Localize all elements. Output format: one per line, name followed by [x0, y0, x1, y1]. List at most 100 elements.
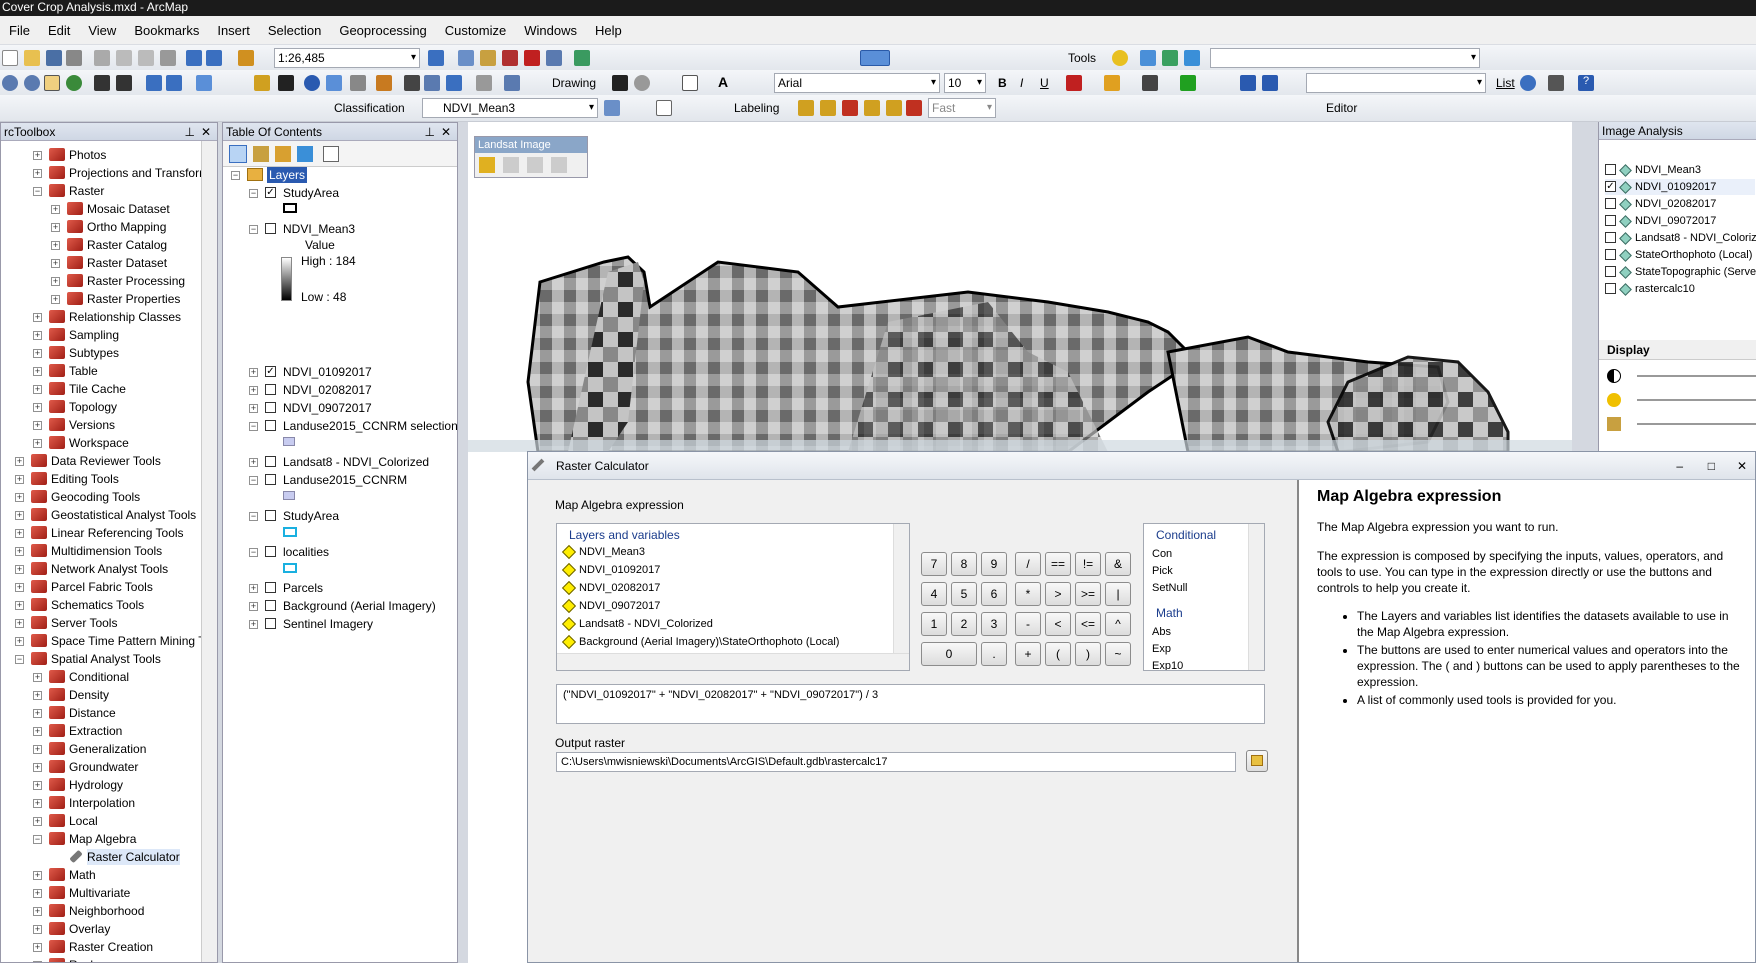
expand-toggle-icon[interactable]: + [15, 493, 24, 502]
tools-menu[interactable]: Tools [1068, 51, 1096, 65]
math-tool-item[interactable]: Abs [1152, 624, 1171, 640]
hyperlink-icon[interactable] [376, 75, 392, 91]
label-manager-icon[interactable] [798, 100, 814, 116]
find-icon[interactable] [404, 75, 420, 91]
calc-button-([interactable]: ( [1045, 642, 1071, 666]
calc-button-~[interactable]: ~ [1105, 642, 1131, 666]
image-analysis-layer[interactable]: Landsat8 - NDVI_Coloriz [1605, 230, 1756, 246]
layer-variable-item[interactable]: NDVI_Mean3 [561, 544, 645, 561]
dialog-close-button[interactable]: ✕ [1737, 452, 1747, 480]
expand-toggle-icon[interactable]: + [51, 241, 60, 250]
toolbox-item[interactable]: + Table [19, 363, 201, 379]
calc-button-!=[interactable]: != [1075, 552, 1101, 576]
layer-variable-item[interactable]: NDVI_02082017 [561, 580, 660, 597]
conditional-tool-item[interactable]: SetNull [1152, 580, 1187, 596]
expand-toggle-icon[interactable]: + [15, 583, 24, 592]
toolbox-item[interactable]: + Neighborhood [19, 903, 201, 919]
toc-layer[interactable]: − NDVI_Mean3 [249, 221, 454, 237]
image-analysis-layer[interactable]: NDVI_Mean3 [1605, 162, 1755, 178]
lock-labels-icon[interactable] [842, 100, 858, 116]
layer-visibility-checkbox[interactable] [265, 618, 276, 629]
zoom-level-combo[interactable] [860, 50, 890, 66]
delete-icon[interactable] [160, 50, 176, 66]
calc-button-1[interactable]: 1 [921, 612, 947, 636]
layer-visibility-checkbox[interactable]: ✓ [265, 187, 276, 198]
toolbox-item[interactable]: + Multivariate [19, 885, 201, 901]
expand-toggle-icon[interactable]: + [15, 565, 24, 574]
expand-toggle-icon[interactable]: + [15, 637, 24, 646]
math-tool-item[interactable]: Exp [1152, 641, 1171, 657]
calc-button-0[interactable]: 0 [921, 642, 977, 666]
model-builder-icon[interactable] [574, 50, 590, 66]
menu-customize[interactable]: Customize [436, 23, 515, 38]
toolbox-item[interactable]: + Extraction [19, 723, 201, 739]
editor-toolbar-icon[interactable] [428, 50, 444, 66]
toolbox-item[interactable]: + Math [19, 867, 201, 883]
calc-button-*[interactable]: * [1015, 582, 1041, 606]
expand-toggle-icon[interactable]: + [33, 439, 42, 448]
pin-icon[interactable]: ⊥ [185, 123, 195, 141]
calc-button-)[interactable]: ) [1075, 642, 1101, 666]
histogram-icon[interactable] [604, 100, 620, 116]
expand-toggle-icon[interactable]: + [33, 151, 42, 160]
calc-button-^[interactable]: ^ [1105, 612, 1131, 636]
expand-toggle-icon[interactable]: + [249, 368, 258, 377]
toolbox-item[interactable]: + Hydrology [19, 777, 201, 793]
calc-button-9[interactable]: 9 [981, 552, 1007, 576]
editor-menu[interactable]: Editor [1326, 101, 1357, 115]
toc-layer[interactable]: + ✓ NDVI_01092017 [249, 364, 454, 380]
toc-layer[interactable]: + NDVI_02082017 [249, 382, 454, 398]
toc-layer[interactable]: − Landuse2015_CCNRM [249, 472, 454, 488]
toolbox-item[interactable]: + Mosaic Dataset [37, 201, 201, 217]
go-to-xy-icon[interactable] [446, 75, 462, 91]
expand-toggle-icon[interactable]: + [33, 727, 42, 736]
expand-toggle-icon[interactable]: + [249, 602, 258, 611]
image-tool-icon[interactable] [527, 157, 543, 173]
layer-variable-item[interactable]: NDVI_01092017 [561, 562, 660, 579]
toolbox-item[interactable]: + Space Time Pattern Mining Too [1, 633, 201, 649]
toolbox-item[interactable]: Raster Calculator [37, 849, 201, 865]
calc-button-<=[interactable]: <= [1075, 612, 1101, 636]
image-analysis-layer[interactable]: NDVI_02082017 [1605, 196, 1755, 212]
help-icon[interactable]: ? [1578, 75, 1594, 91]
calc-button-<[interactable]: < [1045, 612, 1071, 636]
layer-visibility-checkbox[interactable] [265, 420, 276, 431]
close-icon[interactable]: ✕ [201, 123, 211, 141]
classification-menu[interactable]: Classification [334, 101, 405, 115]
remove-labels-icon[interactable] [906, 100, 922, 116]
select-features-icon[interactable] [196, 75, 212, 91]
calc-button-6[interactable]: 6 [981, 582, 1007, 606]
menu-selection[interactable]: Selection [259, 23, 330, 38]
toc-layer[interactable]: + Background (Aerial Imagery) [249, 598, 454, 614]
expand-toggle-icon[interactable]: + [33, 331, 42, 340]
menu-bookmarks[interactable]: Bookmarks [125, 23, 208, 38]
toolbox-item[interactable]: + Projections and Transformat [19, 165, 201, 181]
expand-toggle-icon[interactable]: + [33, 961, 42, 962]
calc-button-+[interactable]: + [1015, 642, 1041, 666]
toolbox-item[interactable]: + Geocoding Tools [1, 489, 201, 505]
image-tool-icon[interactable] [503, 157, 519, 173]
toolbox-item[interactable]: + Linear Referencing Tools [1, 525, 201, 541]
toolbox-item[interactable]: + Geostatistical Analyst Tools [1, 507, 201, 523]
expand-toggle-icon[interactable]: + [33, 763, 42, 772]
expand-toggle-icon[interactable]: + [15, 529, 24, 538]
toolbox-item[interactable]: + Density [19, 687, 201, 703]
expand-toggle-icon[interactable]: − [249, 548, 258, 557]
toolbox-item[interactable]: + Sampling [19, 327, 201, 343]
conditional-tool-item[interactable]: Pick [1152, 563, 1173, 579]
layer-visibility-checkbox[interactable] [265, 456, 276, 467]
browse-folder-button[interactable] [1246, 750, 1268, 772]
toolbox-item[interactable]: + Groundwater [19, 759, 201, 775]
layer-visibility-checkbox[interactable] [265, 510, 276, 521]
layer-visibility-checkbox[interactable] [265, 600, 276, 611]
toolbox-item[interactable]: + Local [19, 813, 201, 829]
layer-visibility-checkbox[interactable] [265, 474, 276, 485]
toolbox-item[interactable]: + Versions [19, 417, 201, 433]
layer-visibility-checkbox[interactable] [265, 402, 276, 413]
paste-icon[interactable] [138, 50, 154, 66]
toolbox-item[interactable]: + Conditional [19, 669, 201, 685]
layers-vscrollbar[interactable] [893, 524, 909, 654]
toolbox-item[interactable]: + Editing Tools [1, 471, 201, 487]
toc-layer[interactable]: − localities [249, 544, 454, 560]
copy-icon[interactable] [116, 50, 132, 66]
